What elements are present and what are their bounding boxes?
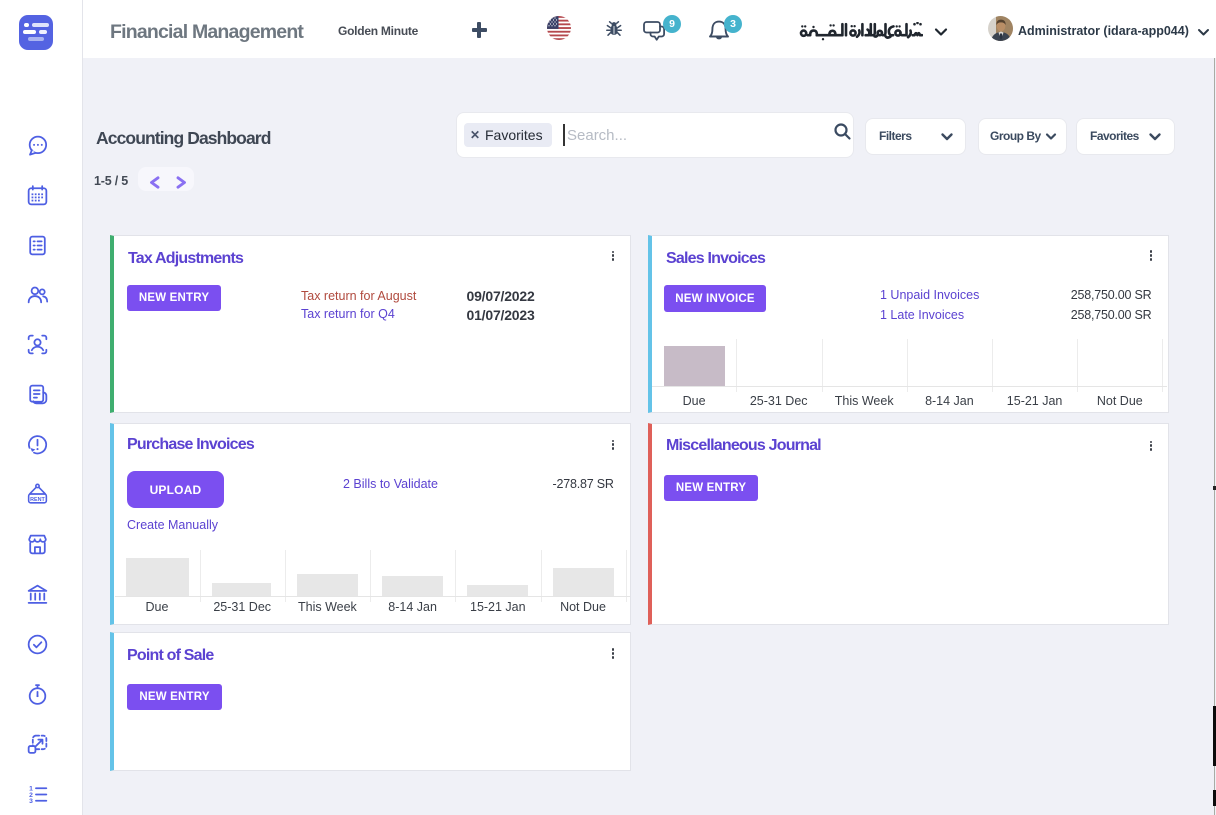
svg-text:RENT: RENT	[30, 496, 45, 502]
svg-text:3: 3	[29, 798, 33, 805]
